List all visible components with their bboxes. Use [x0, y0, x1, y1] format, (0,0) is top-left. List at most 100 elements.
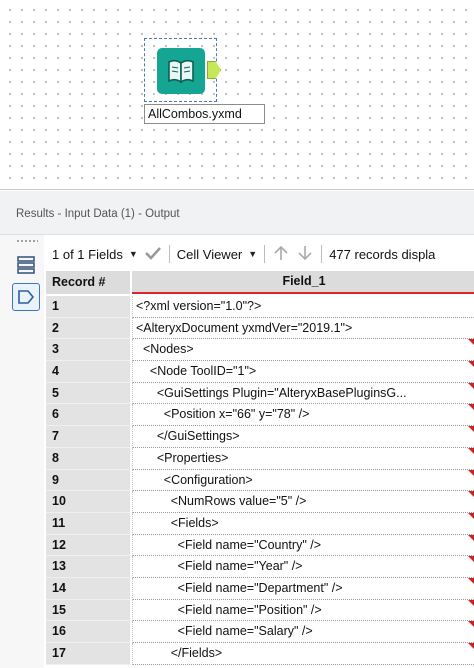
cell-value: <Configuration>: [136, 472, 253, 487]
field-1-cell[interactable]: </Fields>: [132, 643, 474, 665]
record-number-cell[interactable]: 14: [46, 577, 130, 600]
cell-viewer-dropdown[interactable]: Cell Viewer ▼: [177, 247, 257, 262]
table-row[interactable]: 17 </Fields>: [44, 643, 474, 665]
field-1-cell[interactable]: <GuiSettings Plugin="AlteryxBasePluginsG…: [132, 382, 474, 405]
table-view-button[interactable]: [12, 251, 40, 279]
field-1-cell[interactable]: <?xml version="1.0"?>: [132, 296, 474, 318]
checkmark-icon[interactable]: [144, 246, 162, 263]
book-icon: [168, 59, 194, 84]
fields-dropdown[interactable]: 1 of 1 Fields ▼: [52, 247, 138, 262]
table-row[interactable]: 5 <GuiSettings Plugin="AlteryxBasePlugin…: [44, 382, 474, 405]
table-row[interactable]: 13 <Field name="Year" />: [44, 556, 474, 578]
record-number-cell[interactable]: 8: [46, 447, 130, 470]
record-number-cell[interactable]: 17: [46, 643, 130, 665]
input-data-tool[interactable]: [157, 48, 205, 94]
table-row[interactable]: 12 <Field name="Country" />: [44, 534, 474, 557]
record-number-cell[interactable]: 16: [46, 621, 130, 643]
chevron-down-icon: ▼: [128, 249, 138, 259]
record-number-cell[interactable]: 13: [46, 556, 130, 578]
cell-value: <Fields>: [136, 515, 219, 530]
cell-value: <Properties>: [136, 450, 229, 465]
truncation-indicator-icon: [468, 534, 474, 543]
record-number-cell[interactable]: 6: [46, 404, 130, 427]
record-number-cell[interactable]: 15: [46, 599, 130, 622]
cell-value: <Node ToolID="1">: [136, 364, 257, 379]
field-1-cell[interactable]: <Configuration>: [132, 469, 474, 492]
drag-grip-icon[interactable]: [16, 239, 38, 243]
workflow-canvas[interactable]: AllCombos.yxmd: [0, 0, 474, 190]
field-1-cell[interactable]: <Nodes>: [132, 339, 474, 362]
arrow-up-icon[interactable]: [272, 244, 290, 265]
field-1-cell[interactable]: <NumRows value="5" />: [132, 491, 474, 513]
record-number-cell[interactable]: 9: [46, 469, 130, 492]
cell-value: <Position x="66" y="78" />: [136, 407, 310, 422]
field-1-cell[interactable]: <Field name="Position" />: [132, 599, 474, 622]
table-row[interactable]: 1 <?xml version="1.0"?>: [44, 296, 474, 318]
record-number-cell[interactable]: 2: [46, 317, 130, 340]
field-1-cell[interactable]: <Fields>: [132, 512, 474, 535]
field-1-cell[interactable]: <Properties>: [132, 447, 474, 470]
arrow-down-icon[interactable]: [296, 244, 314, 265]
field-1-cell[interactable]: </GuiSettings>: [132, 426, 474, 448]
cell-value: <Field name="Department" />: [136, 580, 343, 595]
field-1-cell[interactable]: <Position x="66" y="78" />: [132, 404, 474, 427]
field-1-cell[interactable]: <AlteryxDocument yxmdVer="2019.1">: [132, 317, 474, 340]
table-row[interactable]: 11 <Fields>: [44, 512, 474, 535]
truncation-indicator-icon: [468, 447, 474, 456]
field-1-cell[interactable]: <Field name="Year" />: [132, 556, 474, 578]
tag-icon: [18, 290, 35, 304]
cell-value: <AlteryxDocument yxmdVer="2019.1">: [136, 320, 353, 335]
truncation-indicator-icon: [468, 577, 474, 586]
tool-annotation-label[interactable]: AllCombos.yxmd: [144, 104, 265, 124]
record-number-cell[interactable]: 4: [46, 361, 130, 383]
results-toolbar: 1 of 1 Fields ▼ Cell Viewer ▼ 477 record…: [44, 241, 474, 267]
grid-header-row: Record # Field_1: [44, 271, 474, 294]
field-1-cell[interactable]: <Field name="Country" />: [132, 534, 474, 557]
record-number-cell[interactable]: 5: [46, 382, 130, 405]
cell-value: <?xml version="1.0"?>: [136, 299, 262, 313]
field-1-header[interactable]: Field_1: [132, 271, 474, 294]
table-row[interactable]: 3 <Nodes>: [44, 339, 474, 362]
cell-value: </Fields>: [136, 646, 223, 660]
metadata-view-button[interactable]: [12, 283, 40, 311]
table-row[interactable]: 8 <Properties>: [44, 447, 474, 470]
truncation-indicator-icon: [468, 491, 474, 500]
table-row[interactable]: 15 <Field name="Position" />: [44, 599, 474, 622]
field-1-cell[interactable]: <Node ToolID="1">: [132, 361, 474, 383]
table-row[interactable]: 9 <Configuration>: [44, 469, 474, 492]
record-number-cell[interactable]: 11: [46, 512, 130, 535]
truncation-indicator-icon: [468, 621, 474, 630]
record-number-cell[interactable]: 10: [46, 491, 130, 513]
truncation-indicator-icon: [468, 469, 474, 478]
table-row[interactable]: 14 <Field name="Department" />: [44, 577, 474, 600]
truncation-indicator-icon: [468, 643, 474, 651]
field-1-cell[interactable]: <Field name="Department" />: [132, 577, 474, 600]
record-number-cell[interactable]: 12: [46, 534, 130, 557]
table-row[interactable]: 2 <AlteryxDocument yxmdVer="2019.1">: [44, 317, 474, 340]
toolbar-divider: [264, 245, 266, 263]
field-1-cell[interactable]: <Field name="Salary" />: [132, 621, 474, 643]
results-title: Results - Input Data (1) - Output: [16, 208, 180, 220]
truncation-indicator-icon: [468, 556, 474, 565]
truncation-indicator-icon: [468, 426, 474, 435]
record-number-cell[interactable]: 7: [46, 426, 130, 448]
cell-value: </GuiSettings>: [136, 429, 240, 444]
toolbar-divider: [168, 245, 170, 263]
record-number-cell[interactable]: 3: [46, 339, 130, 362]
cell-value: <Field name="Salary" />: [136, 624, 313, 639]
table-row[interactable]: 6 <Position x="66" y="78" />: [44, 404, 474, 427]
results-window-header: Results - Input Data (1) - Output: [0, 191, 474, 235]
table-row[interactable]: 7 </GuiSettings>: [44, 426, 474, 448]
grid-rows: 1 <?xml version="1.0"?> 2 <AlteryxDocument …: [44, 296, 474, 665]
record-number-header[interactable]: Record #: [46, 271, 130, 294]
table-row[interactable]: 16 <Field name="Salary" />: [44, 621, 474, 643]
truncation-indicator-icon: [468, 361, 474, 370]
cell-value: <Field name="Position" />: [136, 602, 322, 617]
record-count-text: 477 records displa: [329, 246, 436, 262]
table-row[interactable]: 10 <NumRows value="5" />: [44, 491, 474, 513]
output-anchor[interactable]: [207, 61, 221, 79]
truncation-indicator-icon: [468, 404, 474, 413]
truncation-indicator-icon: [468, 382, 474, 391]
table-row[interactable]: 4 <Node ToolID="1">: [44, 361, 474, 383]
record-number-cell[interactable]: 1: [46, 296, 130, 318]
